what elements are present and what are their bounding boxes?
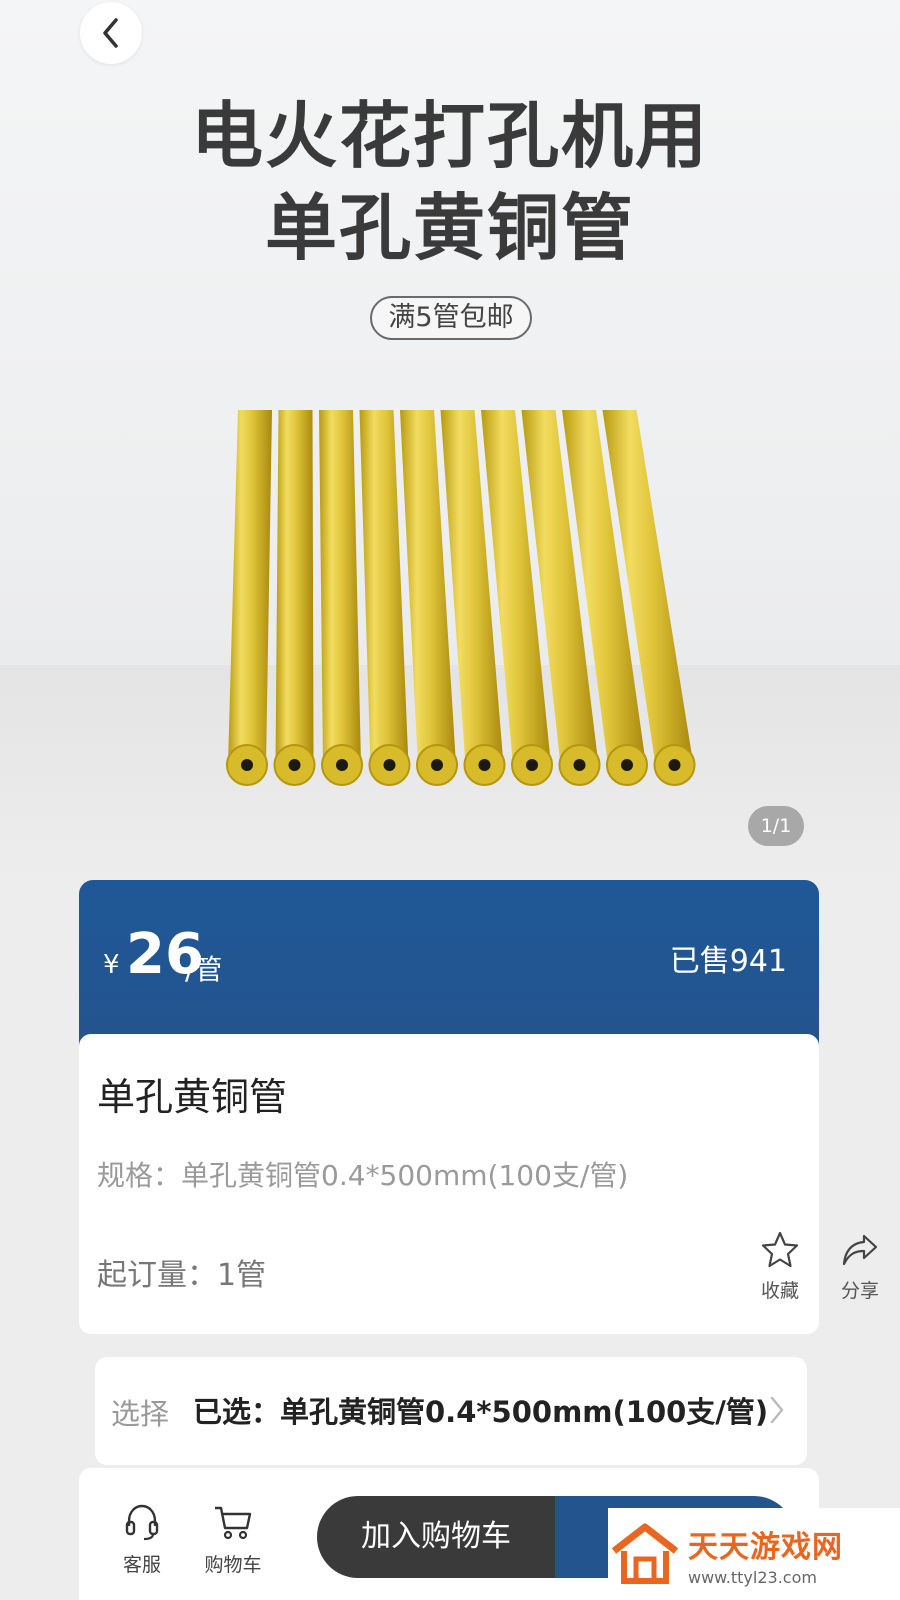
product-spec: 规格：单孔黄铜管0.4*500mm(100支/管) <box>97 1159 629 1192</box>
share-label: 分享 <box>840 1280 879 1302</box>
spec-select-row[interactable]: 选择 已选：单孔黄铜管0.4*500mm(100支/管) <box>95 1357 807 1465</box>
chevron-right-icon <box>770 1396 784 1424</box>
brass-tube <box>226 410 272 786</box>
hero-title: 电火花打孔机用 单孔黄铜管 <box>0 90 900 274</box>
cart-label: 购物车 <box>204 1554 262 1576</box>
selected-spec: 已选：单孔黄铜管0.4*500mm(100支/管) <box>193 1395 769 1429</box>
add-to-cart-button[interactable]: 加入购物车 <box>317 1496 555 1578</box>
free-shipping-tag: 满5管包邮 <box>370 296 532 340</box>
customer-service-button[interactable]: 客服 <box>107 1502 177 1577</box>
site-watermark: 天天游戏网 www.ttyl23.com <box>608 1508 900 1600</box>
star-icon <box>761 1231 799 1268</box>
brass-tube <box>359 410 411 786</box>
share-icon <box>842 1234 878 1266</box>
sold-count: 已售941 <box>669 944 787 979</box>
watermark-title: 天天游戏网 <box>688 1529 843 1565</box>
back-button[interactable] <box>80 2 142 64</box>
service-label: 客服 <box>122 1554 161 1576</box>
price-unit: /管 <box>185 953 223 986</box>
currency-symbol: ¥ <box>103 950 120 980</box>
brass-tube <box>319 410 363 786</box>
headset-icon <box>125 1504 159 1541</box>
select-label: 选择 <box>111 1397 170 1431</box>
minimum-order-quantity: 起订量：1管 <box>97 1258 267 1293</box>
cart-button[interactable]: 购物车 <box>198 1502 268 1577</box>
hero-title-line1: 电火花打孔机用 <box>190 94 709 178</box>
chevron-left-icon <box>103 18 118 48</box>
brass-tube <box>273 410 316 786</box>
share-button[interactable]: 分享 <box>830 1230 890 1303</box>
product-gallery: 电火花打孔机用 单孔黄铜管 满5管包邮 1/1 <box>0 0 900 880</box>
watermark-url: www.ttyl23.com <box>688 1567 817 1587</box>
image-counter: 1/1 <box>748 806 804 846</box>
price-banner: ¥ 26 /管 已售941 <box>79 880 819 1048</box>
favorite-button[interactable]: 收藏 <box>750 1230 810 1303</box>
product-info-card: 单孔黄铜管 规格：单孔黄铜管0.4*500mm(100支/管) 起订量：1管 收… <box>79 1034 879 1334</box>
house-logo-icon <box>611 1523 679 1584</box>
cart-icon <box>215 1506 252 1540</box>
brass-tubes-image <box>226 410 696 786</box>
favorite-label: 收藏 <box>760 1280 799 1302</box>
product-name: 单孔黄铜管 <box>97 1075 288 1119</box>
hero-title-line2: 单孔黄铜管 <box>264 186 635 270</box>
